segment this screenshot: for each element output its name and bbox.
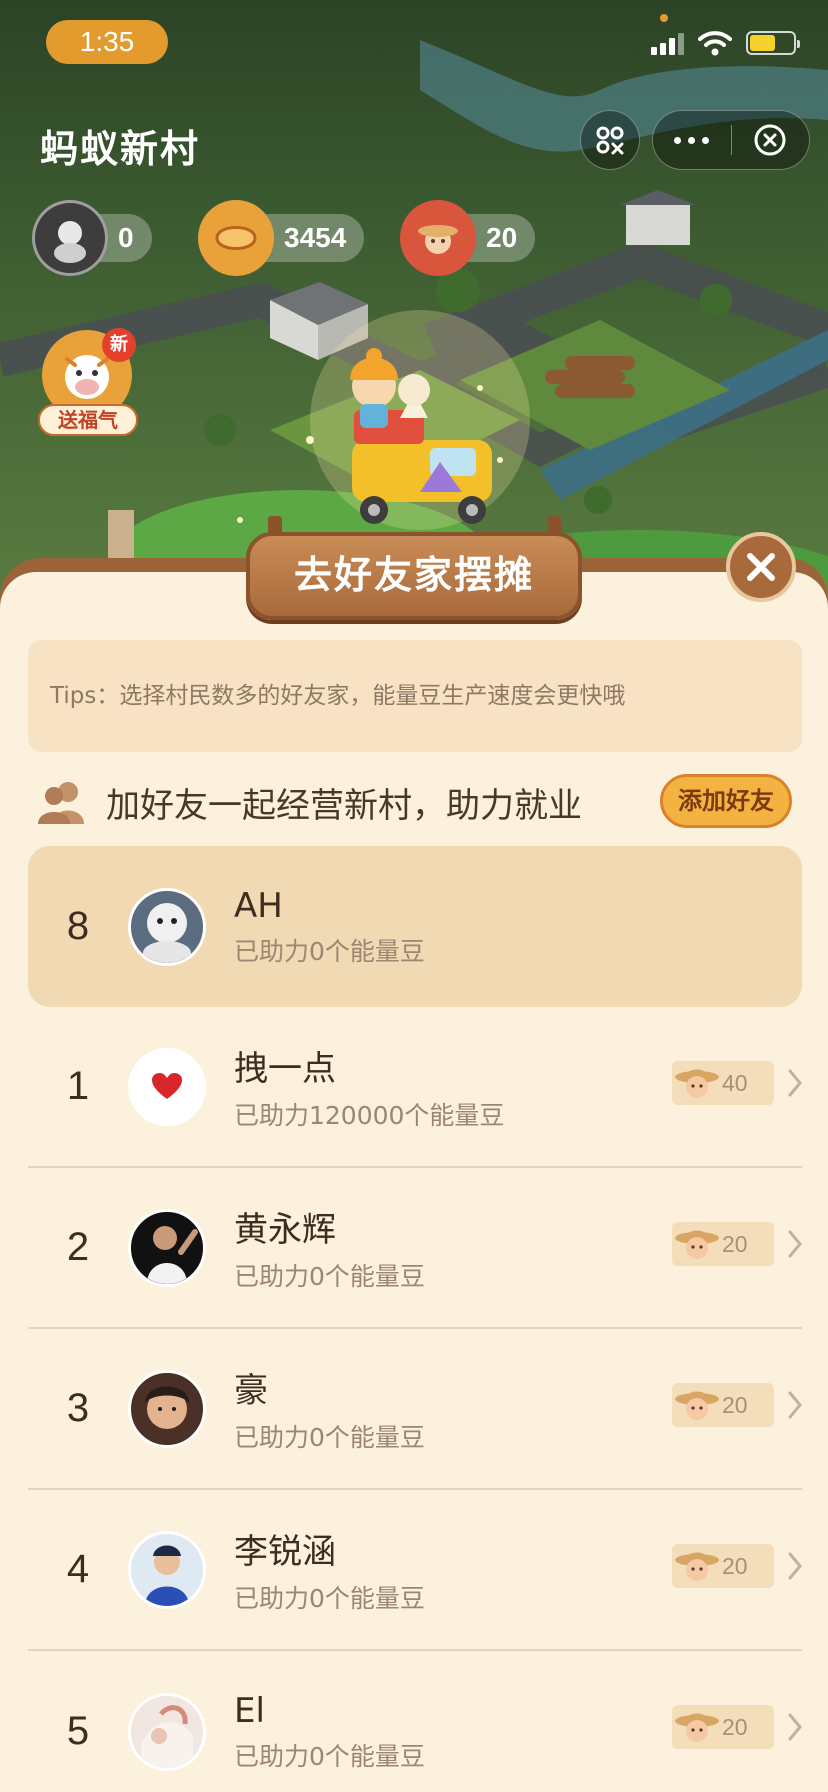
friend-info: AH 已助力0个能量豆	[234, 886, 425, 968]
house-2	[620, 190, 696, 245]
sheet-title: 去好友家摆摊	[246, 532, 582, 620]
villager-count-badge: 20	[672, 1705, 774, 1749]
scan-icon	[596, 126, 624, 155]
friend-name: 李锐涵	[234, 1532, 336, 1572]
exit-miniprogram-button[interactable]	[732, 123, 810, 157]
villager-count: 20	[722, 1713, 748, 1740]
friend-contribution: 已助力0个能量豆	[234, 936, 425, 966]
friends-group-icon	[38, 782, 84, 824]
villager-count: 40	[722, 1069, 748, 1096]
energy-bean-count: 3454	[284, 222, 347, 253]
villager-counter[interactable]: 20	[400, 200, 536, 276]
wifi-icon	[698, 31, 732, 56]
friend-info: 黄永辉 已助力0个能量豆	[234, 1202, 425, 1293]
user-avatar-icon	[32, 200, 108, 276]
energy-bean-counter[interactable]: 3454	[198, 200, 365, 276]
villager-count: 20	[722, 1391, 748, 1418]
villager-count-badge: 40	[672, 1061, 774, 1105]
send-blessing-label: 送福气	[38, 404, 138, 436]
tips-text: Tips：选择村民数多的好友家，能量豆生产速度会更快哦	[28, 640, 802, 752]
energy-bean-icon	[198, 200, 274, 276]
friend-contribution: 已助力0个能量豆	[234, 1584, 425, 1613]
friend-rank: 3	[66, 1386, 90, 1430]
friend-contribution: 已助力0个能量豆	[234, 1741, 425, 1771]
friend-info: El 已助力0个能量豆	[234, 1691, 425, 1773]
friend-rank: 2	[66, 1225, 90, 1269]
friend-avatar	[128, 887, 206, 966]
friend-name: El	[234, 1690, 265, 1731]
villager-count-badge: 20	[672, 1383, 774, 1427]
close-sheet-button[interactable]	[726, 532, 796, 602]
villager-face-icon	[672, 1383, 722, 1427]
friend-info: 豪 已助力0个能量豆	[234, 1363, 425, 1454]
privacy-indicator	[660, 14, 668, 22]
friend-rank: 4	[66, 1547, 90, 1591]
friend-name: AH	[234, 885, 283, 926]
villager-count: 20	[486, 222, 518, 253]
invite-row: 加好友一起经营新村，助力就业 添加好友	[36, 770, 792, 834]
villager-count: 20	[722, 1552, 748, 1579]
villager-face-icon	[672, 1061, 722, 1105]
close-icon	[747, 553, 775, 581]
friend-rank: 5	[66, 1709, 90, 1753]
invite-text: 加好友一起经营新村，助力就业	[106, 785, 582, 826]
miniprogram-capsule	[652, 110, 810, 170]
close-circle-icon	[754, 124, 786, 156]
heart-icon	[152, 1072, 182, 1099]
chevron-right-icon	[788, 1391, 802, 1419]
friend-avatar	[128, 1530, 206, 1609]
friend-name: 豪	[234, 1371, 268, 1411]
friend-avatar	[128, 1208, 206, 1287]
new-badge: 新	[102, 328, 136, 362]
friend-contribution: 已助力120000个能量豆	[234, 1101, 505, 1130]
villager-count-badge: 20	[672, 1222, 774, 1266]
villager-icon	[400, 200, 476, 276]
chevron-right-icon	[788, 1230, 802, 1258]
friend-name: 拽一点	[234, 1049, 336, 1089]
friend-avatar	[128, 1692, 206, 1771]
cellular-signal-icon	[651, 31, 684, 55]
friend-row-self[interactable]: 8 AH 已助力0个能量豆	[28, 846, 802, 1007]
friend-avatar	[128, 1047, 206, 1126]
send-blessing-button[interactable]: 新 送福气	[38, 328, 138, 440]
status-bar: 1:35	[0, 0, 828, 90]
more-options-button[interactable]	[653, 136, 731, 144]
village-map	[0, 40, 828, 620]
page-title: 蚂蚁新村	[40, 127, 201, 171]
friend-row[interactable]: 5 El 已助力0个能量豆 20	[28, 1651, 802, 1792]
friends-counter[interactable]: 0	[32, 200, 152, 276]
friend-contribution: 已助力0个能量豆	[234, 1262, 425, 1291]
scan-button[interactable]	[580, 110, 640, 170]
friend-row[interactable]: 4 李锐涵 已助力0个能量豆 20	[28, 1490, 802, 1651]
villager-face-icon	[672, 1705, 722, 1749]
friend-name: 黄永辉	[234, 1210, 336, 1250]
chevron-right-icon	[788, 1069, 802, 1097]
friend-info: 拽一点 已助力120000个能量豆	[234, 1041, 504, 1132]
friend-rank: 8	[66, 904, 90, 948]
villager-face-icon	[672, 1544, 722, 1588]
friend-row[interactable]: 3 豪 已助力0个能量豆 20	[28, 1329, 802, 1490]
villager-face-icon	[672, 1222, 722, 1266]
status-time: 1:35	[46, 20, 168, 64]
friends-count: 0	[118, 222, 134, 253]
friend-avatar	[128, 1369, 206, 1448]
game-scene[interactable]	[0, 0, 828, 620]
villager-count-badge: 20	[672, 1544, 774, 1588]
friend-row[interactable]: 1 拽一点 已助力120000个能量豆 40	[28, 1007, 802, 1168]
friend-row[interactable]: 2 黄永辉 已助力0个能量豆 20	[28, 1168, 802, 1329]
friend-rank: 1	[66, 1064, 90, 1108]
add-friend-button[interactable]: 添加好友	[660, 774, 792, 828]
friend-contribution: 已助力0个能量豆	[234, 1423, 425, 1452]
chevron-right-icon	[788, 1552, 802, 1580]
villager-count: 20	[722, 1230, 748, 1257]
friend-info: 李锐涵 已助力0个能量豆	[234, 1524, 425, 1615]
status-icons	[651, 30, 800, 56]
friend-list: 8 AH 已助力0个能量豆 1 拽一点 已助力120000个能量豆 40 2 黄…	[28, 846, 802, 1792]
chevron-right-icon	[788, 1713, 802, 1741]
battery-icon	[746, 31, 800, 55]
